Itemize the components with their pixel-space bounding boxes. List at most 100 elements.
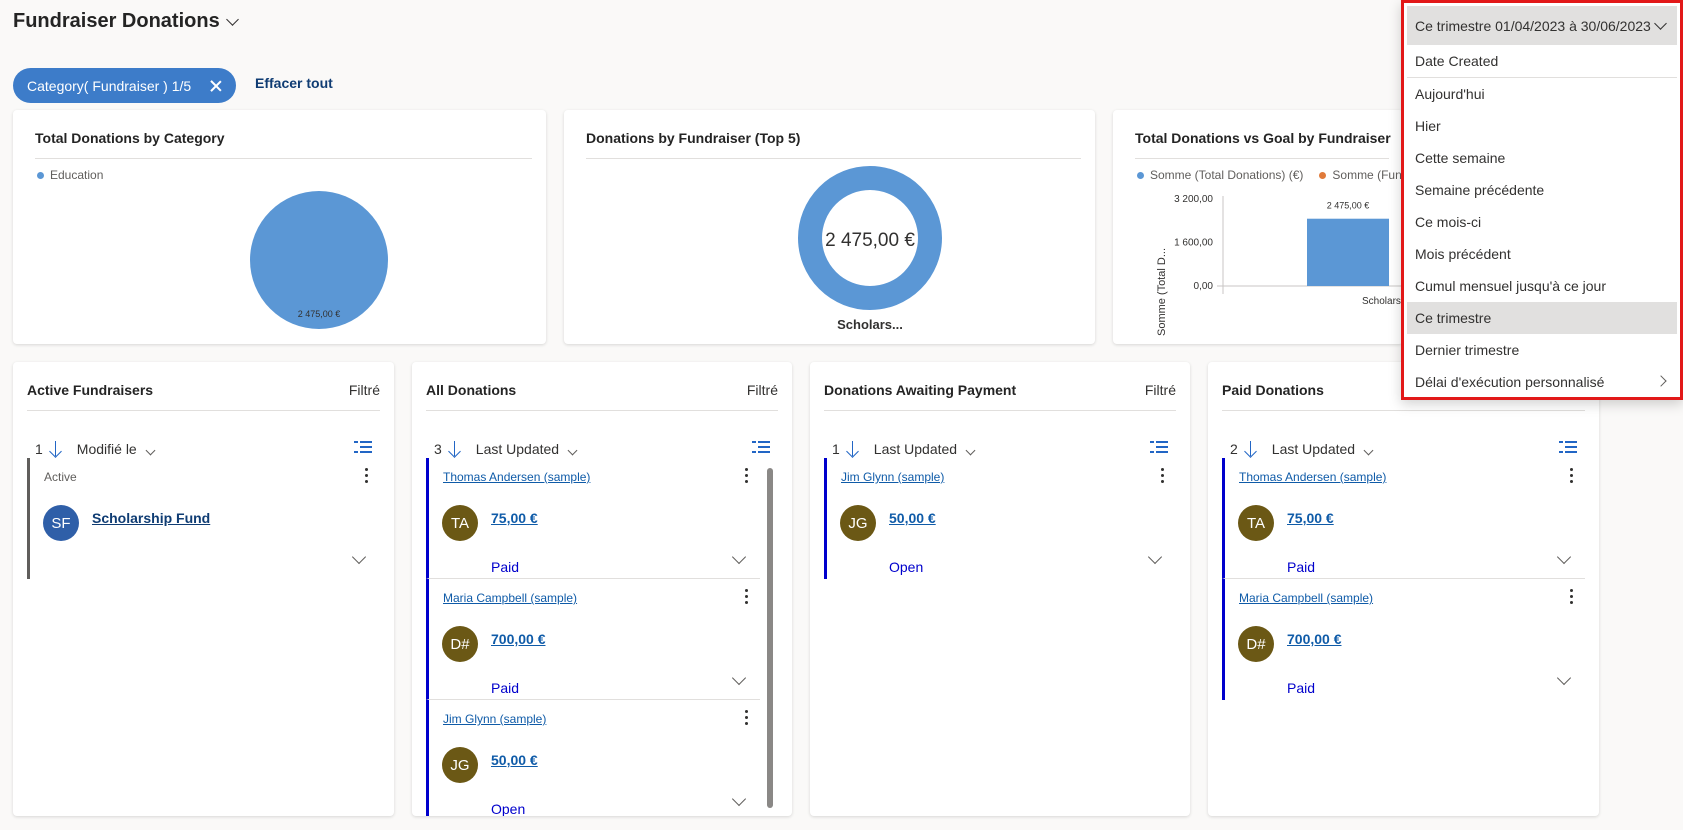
category-filter-pill[interactable]: Category( Fundraiser ) 1/5 [13,68,236,103]
page-title-dropdown[interactable]: Fundraiser Donations [13,10,239,33]
chevron-down-icon [965,445,976,456]
view-options-icon[interactable] [1559,441,1577,455]
chevron-down-icon [1363,445,1374,456]
chevron-down-icon[interactable] [731,549,747,565]
record-status: Paid [1287,680,1316,696]
more-options-icon[interactable] [1569,468,1573,484]
list-card-awaiting-payment: Donations Awaiting Payment Filtré 1 Last… [810,362,1190,816]
view-options-icon[interactable] [354,441,372,455]
menu-item-custom-range[interactable]: Délai d'exécution personnalisé [1407,366,1677,398]
more-options-icon[interactable] [1569,589,1573,605]
page-title: Fundraiser Donations [13,10,220,32]
donut-category-label: Scholars... [837,317,903,332]
close-icon[interactable] [210,80,222,92]
record-link[interactable]: Thomas Andersen (sample) [1239,470,1386,484]
record-link[interactable]: Jim Glynn (sample) [841,470,944,484]
record-link[interactable]: Jim Glynn (sample) [443,712,546,726]
chevron-down-icon[interactable] [731,791,747,807]
sort-field-dropdown[interactable]: Last Updated [1272,441,1374,457]
more-options-icon[interactable] [744,468,748,484]
amount-link[interactable]: 700,00 € [491,631,546,647]
avatar: TA [1238,505,1274,541]
record-link[interactable]: Thomas Andersen (sample) [443,470,590,484]
menu-item-this-week[interactable]: Cette semaine [1407,142,1677,174]
record-link[interactable]: Maria Campbell (sample) [1239,591,1373,605]
menu-item-month-to-date[interactable]: Cumul mensuel jusqu'à ce jour [1407,270,1677,302]
bar-scholars[interactable] [1307,218,1389,286]
divider [426,410,778,411]
sort-arrow-icon[interactable] [846,441,860,457]
list-item[interactable]: Active SF Scholarship Fund [27,458,380,579]
record-count: 1 [35,441,43,457]
more-options-icon[interactable] [744,589,748,605]
sort-arrow-icon[interactable] [1244,441,1258,457]
sort-arrow-icon[interactable] [448,441,462,457]
menu-item-today[interactable]: Aujourd'hui [1407,78,1677,110]
chevron-down-icon [567,445,578,456]
list-item[interactable]: Thomas Andersen (sample) TA 75,00 € Paid [1222,458,1585,579]
date-filter-current: Ce trimestre 01/04/2023 à 30/06/2023 [1415,17,1651,34]
amount-link[interactable]: 700,00 € [1287,631,1342,647]
sort-field-dropdown[interactable]: Last Updated [873,441,976,457]
avatar: D# [442,626,478,662]
more-options-icon[interactable] [364,468,368,484]
record-status: Active [44,470,77,484]
list-card-paid-donations: Paid Donations 2 Last Updated Thomas And… [1208,362,1599,816]
divider [824,410,1176,411]
clear-all-link[interactable]: Effacer tout [255,75,333,91]
more-options-icon[interactable] [744,710,748,726]
list-item[interactable]: Maria Campbell (sample) D# 700,00 € Paid [426,579,760,700]
sort-field-dropdown[interactable]: Modifié le [77,441,156,457]
amount-link[interactable]: 50,00 € [491,752,538,768]
menu-item-this-month[interactable]: Ce mois-ci [1407,206,1677,238]
chevron-down-icon[interactable] [351,549,367,565]
record-link[interactable]: Maria Campbell (sample) [443,591,577,605]
chart-card-fundraiser: Donations by Fundraiser (Top 5) 2 475,00… [564,110,1095,344]
list-item[interactable]: Jim Glynn (sample) JG 50,00 € Open [426,700,760,816]
record-count: 2 [1230,441,1238,457]
date-filter-selector[interactable]: Ce trimestre 01/04/2023 à 30/06/2023 [1407,6,1677,45]
record-count: 1 [832,441,840,457]
list-item[interactable]: Thomas Andersen (sample) TA 75,00 € Paid [426,458,760,579]
divider [27,410,380,411]
chevron-down-icon [1654,16,1667,30]
sort-field-label: Last Updated [873,441,958,457]
y-axis-label: Somme (Total D... [1156,248,1168,336]
date-filter-dropdown: Ce trimestre 01/04/2023 à 30/06/2023 Dat… [1401,0,1683,400]
list-title: Paid Donations [1222,382,1324,398]
record-link[interactable]: Scholarship Fund [92,510,210,526]
list-item[interactable]: Maria Campbell (sample) D# 700,00 € Paid [1222,579,1585,700]
view-options-icon[interactable] [1150,441,1168,455]
y-tick-label: 0,00 [1194,281,1214,292]
scrollbar[interactable] [767,468,773,808]
list-title: Donations Awaiting Payment [824,382,1017,398]
more-options-icon[interactable] [1160,468,1164,484]
sort-field-dropdown[interactable]: Last Updated [475,441,578,457]
avatar: JG [442,747,478,783]
menu-item-last-week[interactable]: Semaine précédente [1407,174,1677,206]
donut-chart: 2 475,00 € Scholars... [798,166,942,332]
list-item[interactable]: Jim Glynn (sample) JG 50,00 € Open [824,458,1176,579]
record-status: Open [889,559,924,575]
menu-item-label: Délai d'exécution personnalisé [1415,374,1605,390]
chevron-down-icon[interactable] [1556,549,1572,565]
chevron-down-icon[interactable] [1147,549,1163,565]
chevron-down-icon [145,445,156,456]
amount-link[interactable]: 75,00 € [491,510,538,526]
sort-arrow-icon[interactable] [49,441,63,457]
menu-item-yesterday[interactable]: Hier [1407,110,1677,142]
amount-link[interactable]: 75,00 € [1287,510,1334,526]
amount-link[interactable]: 50,00 € [889,510,936,526]
avatar: SF [43,505,79,541]
sort-field-label: Last Updated [475,441,560,457]
avatar: JG [840,505,876,541]
record-status: Paid [491,559,520,575]
chart-card-category: Total Donations by Category Education 2 … [13,110,546,344]
menu-item-last-month[interactable]: Mois précédent [1407,238,1677,270]
menu-item-this-quarter[interactable]: Ce trimestre [1407,302,1677,334]
chevron-down-icon[interactable] [1556,670,1572,686]
menu-item-last-quarter[interactable]: Dernier trimestre [1407,334,1677,366]
view-options-icon[interactable] [752,441,770,455]
record-count: 3 [434,441,442,457]
chevron-down-icon[interactable] [731,670,747,686]
